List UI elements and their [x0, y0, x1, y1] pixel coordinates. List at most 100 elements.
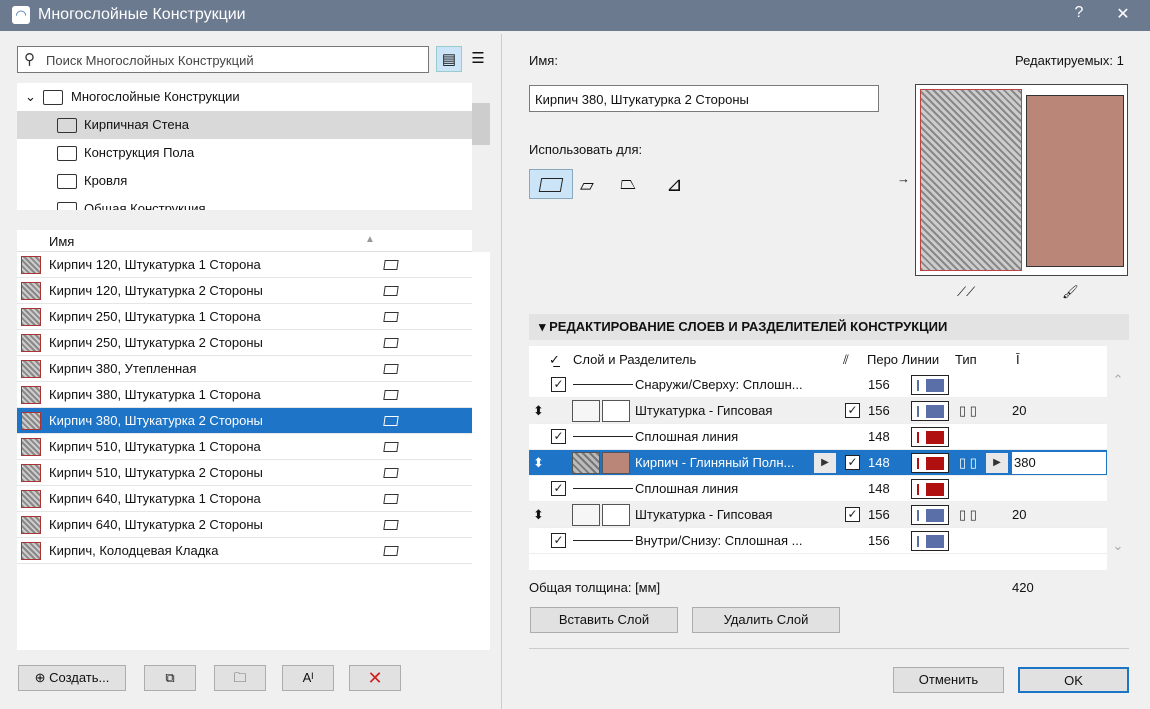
visibility-checkbox[interactable]: ✓ [845, 455, 860, 470]
thickness-field[interactable]: 380 [1011, 451, 1107, 475]
type-menu-button[interactable]: ▶ [986, 453, 1008, 473]
separator-row[interactable]: ✓ Внутри/Снизу: Сплошная ... 156 [529, 528, 1107, 554]
separator-row[interactable]: ✓ Снаружи/Сверху: Сплошн... 156 [529, 372, 1107, 398]
pen-number[interactable]: 148 [868, 450, 890, 476]
layers-scrollbar[interactable]: ⌃ ⌄ [1108, 346, 1128, 570]
pen-color-swatch[interactable] [911, 479, 949, 499]
thickness-field[interactable]: 20 [1012, 398, 1026, 424]
list-scrollbar[interactable] [472, 252, 490, 650]
surface-swatch-icon[interactable] [602, 400, 630, 422]
help-button[interactable]: ? [1068, 4, 1090, 26]
pen-color-swatch[interactable] [911, 375, 949, 395]
material-swatch-icon [21, 412, 41, 430]
list-item[interactable]: Кирпич, Колодцевая Кладка [17, 538, 472, 564]
list-item[interactable]: Кирпич 640, Штукатурка 1 Сторона [17, 486, 472, 512]
list-item[interactable]: Кирпич 250, Штукатурка 1 Сторона [17, 304, 472, 330]
delete-button[interactable]: ✕ [349, 665, 401, 691]
list-item[interactable]: Кирпич 510, Штукатурка 2 Стороны [17, 460, 472, 486]
section-header[interactable]: ▾ РЕДАКТИРОВАНИЕ СЛОЕВ И РАЗДЕЛИТЕЛЕЙ КО… [529, 314, 1129, 340]
layer-type-icon[interactable]: ▯ ▯ [959, 502, 977, 528]
surface-swatch-icon[interactable] [602, 504, 630, 526]
rename-button[interactable]: Aᴵ [282, 665, 334, 691]
list-item[interactable]: Кирпич 380, Штукатурка 2 Стороны [17, 408, 472, 434]
checkbox[interactable]: ✓ [551, 377, 566, 392]
pen-color-swatch[interactable] [911, 401, 949, 421]
tree-folder[interactable]: Общая Конструкция [17, 195, 472, 210]
pen-number[interactable]: 156 [868, 502, 890, 528]
pen-header: Перо Линии [867, 352, 940, 367]
fill-swatch-icon[interactable] [572, 452, 600, 474]
slab-tool-icon[interactable]: ▱ [580, 175, 594, 196]
create-button[interactable]: ⊕ Создать... [18, 665, 126, 691]
pen-color-swatch[interactable] [911, 427, 949, 447]
layer-row[interactable]: ⬍ ✓ ▯ ▯ 380 ▶ ▶ Кирпич - Глиняный Полн... 1… [529, 450, 1107, 476]
layer-name: Сплошная линия [635, 429, 739, 444]
pen-number[interactable]: 156 [868, 372, 890, 398]
layer-row[interactable]: ⬍ ✓ ▯ ▯ 20 Штукатурка - Гипсовая 156 [529, 398, 1107, 424]
pen-number[interactable]: 148 [868, 476, 890, 502]
duplicate-button[interactable]: ⧉ [144, 665, 196, 691]
drag-handle-icon[interactable]: ⬍ [533, 398, 544, 424]
list-item[interactable]: Кирпич 380, Штукатурка 1 Сторона [17, 382, 472, 408]
layer-name: Штукатурка - Гипсовая [635, 403, 773, 418]
layer-row[interactable]: ⬍ ✓ ▯ ▯ 20 Штукатурка - Гипсовая 156 [529, 502, 1107, 528]
material-menu-button[interactable]: ▶ [814, 453, 836, 473]
collapse-icon: ▾ [539, 319, 550, 334]
thickness-field[interactable]: 20 [1012, 502, 1026, 528]
list-header[interactable]: Имя ▲ [17, 230, 472, 252]
tree-folder[interactable]: Кровля [17, 167, 472, 195]
layer-type-icon[interactable]: ▯ ▯ [959, 398, 977, 424]
checkbox[interactable]: ✓ [551, 429, 566, 444]
pen-color-swatch[interactable] [911, 531, 949, 551]
visibility-checkbox[interactable]: ✓ [845, 507, 860, 522]
drag-handle-icon[interactable]: ⬍ [533, 450, 544, 476]
material-swatch-icon [21, 386, 41, 404]
folder-view-icon[interactable]: ▤ [436, 46, 462, 72]
pen-color-swatch[interactable] [911, 453, 949, 473]
list-item[interactable]: Кирпич 250, Штукатурка 2 Стороны [17, 330, 472, 356]
new-folder-button[interactable]: 🗀 [214, 665, 266, 691]
roof-tool-icon[interactable]: ⏢ [620, 172, 636, 195]
list-item-name: Кирпич 510, Штукатурка 1 Сторона [49, 439, 261, 454]
pen-color-swatch[interactable] [911, 505, 949, 525]
list-item[interactable]: Кирпич 120, Штукатурка 2 Стороны [17, 278, 472, 304]
fill-swatch-icon[interactable] [572, 504, 600, 526]
list-item[interactable]: Кирпич 120, Штукатурка 1 Сторона [17, 252, 472, 278]
separator-row[interactable]: ✓ Сплошная линия 148 [529, 476, 1107, 502]
drag-handle-icon[interactable]: ⬍ [533, 502, 544, 528]
paint-brush-icon[interactable]: 🖌 [1062, 284, 1079, 300]
wall-tool-icon[interactable] [529, 169, 573, 199]
list-item[interactable]: Кирпич 640, Штукатурка 2 Стороны [17, 512, 472, 538]
pen-number[interactable]: 156 [868, 398, 890, 424]
folder-icon [57, 118, 77, 133]
tree-folder[interactable]: Кирпичная Стена [17, 111, 472, 139]
cut-fill-icon[interactable]: ⟋⟋ [957, 284, 975, 300]
visibility-checkbox[interactable]: ✓ [845, 403, 860, 418]
cancel-button[interactable]: Отменить [893, 667, 1004, 693]
layer-type-icon[interactable]: ▯ ▯ [959, 450, 977, 476]
ok-button[interactable]: OK [1018, 667, 1129, 693]
close-button[interactable]: ✕ [1112, 4, 1134, 26]
pen-number[interactable]: 156 [868, 528, 890, 554]
name-input[interactable]: Кирпич 380, Штукатурка 2 Стороны [529, 85, 879, 112]
list-item-name: Кирпич 640, Штукатурка 2 Стороны [49, 517, 263, 532]
tree-folder[interactable]: Конструкция Пола [17, 139, 472, 167]
insert-layer-button[interactable]: Вставить Слой [530, 607, 678, 633]
delete-layer-button[interactable]: Удалить Слой [692, 607, 840, 633]
separator-row[interactable]: ✓ Сплошная линия 148 [529, 424, 1107, 450]
list-item[interactable]: Кирпич 380, Утепленная [17, 356, 472, 382]
checkbox[interactable]: ✓ [551, 481, 566, 496]
search-input[interactable]: ⚲ Поиск Многослойных Конструкций [17, 46, 429, 73]
column-name-header[interactable]: Имя [49, 234, 74, 249]
list-item[interactable]: Кирпич 510, Штукатурка 1 Сторона [17, 434, 472, 460]
tree-scrollbar[interactable] [472, 83, 490, 210]
splitter[interactable] [501, 34, 502, 709]
surface-swatch-icon[interactable] [602, 452, 630, 474]
shell-tool-icon[interactable]: ⊿ [666, 172, 683, 197]
tree-root[interactable]: ⌄ Многослойные Конструкции [17, 83, 472, 111]
checkbox[interactable]: ✓ [551, 533, 566, 548]
pen-number[interactable]: 148 [868, 424, 890, 450]
use-for-label: Использовать для: [529, 142, 643, 157]
list-view-icon[interactable]: ☰ [465, 46, 491, 72]
fill-swatch-icon[interactable] [572, 400, 600, 422]
